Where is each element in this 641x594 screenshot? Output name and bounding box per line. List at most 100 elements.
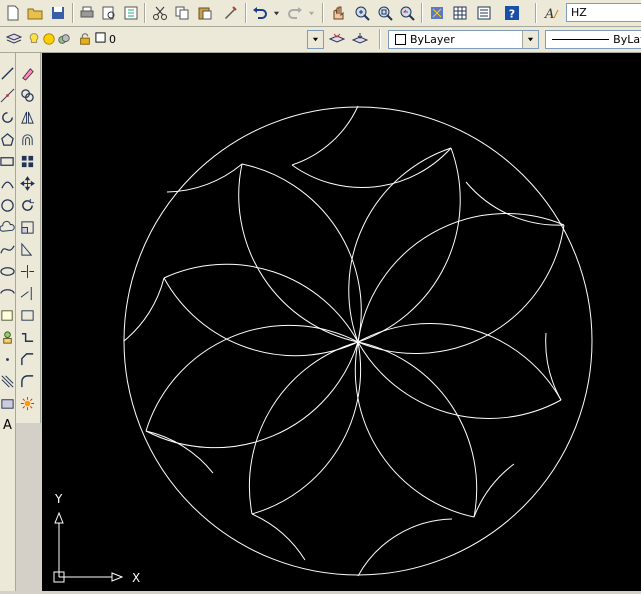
color-swatch	[395, 34, 406, 45]
arc-segment	[357, 518, 453, 577]
arc-segment	[357, 341, 562, 419]
linetype-value: ByLay	[613, 33, 641, 46]
text-style-icon[interactable]: A	[542, 3, 562, 23]
publish-icon[interactable]	[121, 3, 141, 23]
design-center-icon[interactable]	[427, 3, 447, 23]
zoom-realtime-icon[interactable]	[352, 3, 372, 23]
zoom-previous-icon[interactable]	[397, 3, 417, 23]
undo-dropdown-icon[interactable]	[270, 3, 282, 23]
layer-previous-icon[interactable]	[350, 29, 370, 49]
arc-segment	[357, 323, 562, 401]
arc-segment	[145, 430, 214, 474]
chamfer-icon[interactable]	[17, 349, 37, 369]
mirror-icon[interactable]	[17, 107, 37, 127]
sheet-set-icon[interactable]	[474, 3, 494, 23]
arc-segment	[545, 332, 562, 401]
save-icon[interactable]	[48, 3, 68, 23]
linetype-combo[interactable]: ByLay	[545, 30, 641, 49]
polyline-icon[interactable]	[0, 107, 15, 127]
trim-icon[interactable]	[17, 261, 37, 281]
circle-icon[interactable]	[0, 195, 15, 215]
plot-preview-icon[interactable]	[99, 3, 119, 23]
tool-palettes-icon[interactable]	[450, 3, 470, 23]
break-icon[interactable]	[17, 305, 37, 325]
explode-icon[interactable]	[17, 393, 37, 413]
layer-combo[interactable]: 0	[92, 30, 324, 49]
toolbar-dock-area	[16, 423, 40, 591]
chevron-down-icon	[308, 31, 323, 48]
linetype-sample	[552, 39, 610, 40]
revcloud-icon[interactable]	[0, 217, 15, 237]
arc-segment	[163, 277, 359, 357]
redo-icon[interactable]	[285, 3, 305, 23]
layer-viewport-freeze-icon[interactable]	[57, 29, 71, 49]
arc-segment	[241, 163, 362, 343]
layer-on-icon[interactable]	[27, 29, 41, 49]
drawing-svg: Y X	[53, 105, 593, 585]
zoom-window-icon[interactable]	[375, 3, 395, 23]
copy-icon[interactable]	[172, 3, 192, 23]
arc-segment	[357, 147, 461, 343]
point-icon[interactable]	[0, 349, 15, 369]
layer-lock-icon[interactable]	[78, 29, 92, 49]
pinwheel-drawing	[123, 105, 593, 577]
standard-toolbar: ? A HZ	[0, 0, 641, 27]
arc-segment	[357, 224, 565, 354]
ellipse-arc-icon[interactable]	[0, 283, 15, 303]
open-icon[interactable]	[25, 3, 45, 23]
arc-segment	[251, 341, 362, 515]
cut-icon[interactable]	[150, 3, 170, 23]
fillet-icon[interactable]	[17, 371, 37, 391]
layer-manager-icon[interactable]	[4, 29, 24, 49]
layer-freeze-icon[interactable]	[42, 29, 56, 49]
arc-segment	[248, 341, 359, 515]
redo-dropdown-icon[interactable]	[305, 3, 317, 23]
insert-block-icon[interactable]	[0, 305, 15, 325]
rotate-icon[interactable]	[17, 195, 37, 215]
arc-segment	[166, 163, 243, 193]
make-block-icon[interactable]	[0, 327, 15, 347]
copy-object-icon[interactable]	[17, 85, 37, 105]
array-icon[interactable]	[17, 151, 37, 171]
match-properties-icon[interactable]	[220, 3, 240, 23]
paste-icon[interactable]	[195, 3, 215, 23]
arc-segment	[348, 147, 452, 343]
draw-toolbar: A	[0, 53, 16, 591]
arc-segment	[291, 105, 359, 166]
arc-segment	[145, 324, 359, 432]
arc-icon[interactable]	[0, 173, 15, 193]
extend-icon[interactable]	[17, 283, 37, 303]
polygon-icon[interactable]	[0, 129, 15, 149]
drawing-area[interactable]: Y X	[42, 53, 641, 591]
stretch-icon[interactable]	[17, 239, 37, 259]
ucs-icon: Y X	[53, 492, 140, 585]
arc-segment	[238, 163, 359, 343]
construction-line-icon[interactable]	[0, 85, 15, 105]
undo-icon[interactable]	[250, 3, 270, 23]
pan-icon[interactable]	[328, 3, 348, 23]
rectangle-icon[interactable]	[0, 151, 15, 171]
svg-text:?: ?	[509, 8, 515, 21]
arc-segment	[145, 341, 359, 449]
make-object-layer-current-icon[interactable]	[327, 29, 347, 49]
text-style-combo[interactable]: HZ	[566, 3, 641, 22]
region-icon[interactable]	[0, 393, 15, 413]
layer-dropdown[interactable]	[307, 30, 324, 49]
line-icon[interactable]	[0, 63, 15, 83]
help-icon[interactable]: ?	[502, 3, 522, 23]
scale-icon[interactable]	[17, 217, 37, 237]
offset-icon[interactable]	[17, 129, 37, 149]
modify-toolbar	[16, 53, 41, 423]
color-combo[interactable]: ByLayer	[388, 30, 539, 49]
text-tool[interactable]: A	[0, 415, 15, 435]
erase-icon[interactable]	[17, 63, 37, 83]
arc-segment	[357, 213, 565, 343]
join-icon[interactable]	[17, 327, 37, 347]
spline-icon[interactable]	[0, 239, 15, 259]
move-icon[interactable]	[17, 173, 37, 193]
ucs-x-label: X	[132, 571, 140, 585]
print-icon[interactable]	[77, 3, 97, 23]
ellipse-icon[interactable]	[0, 261, 15, 281]
hatch-icon[interactable]	[0, 371, 15, 391]
new-icon[interactable]	[3, 3, 23, 23]
